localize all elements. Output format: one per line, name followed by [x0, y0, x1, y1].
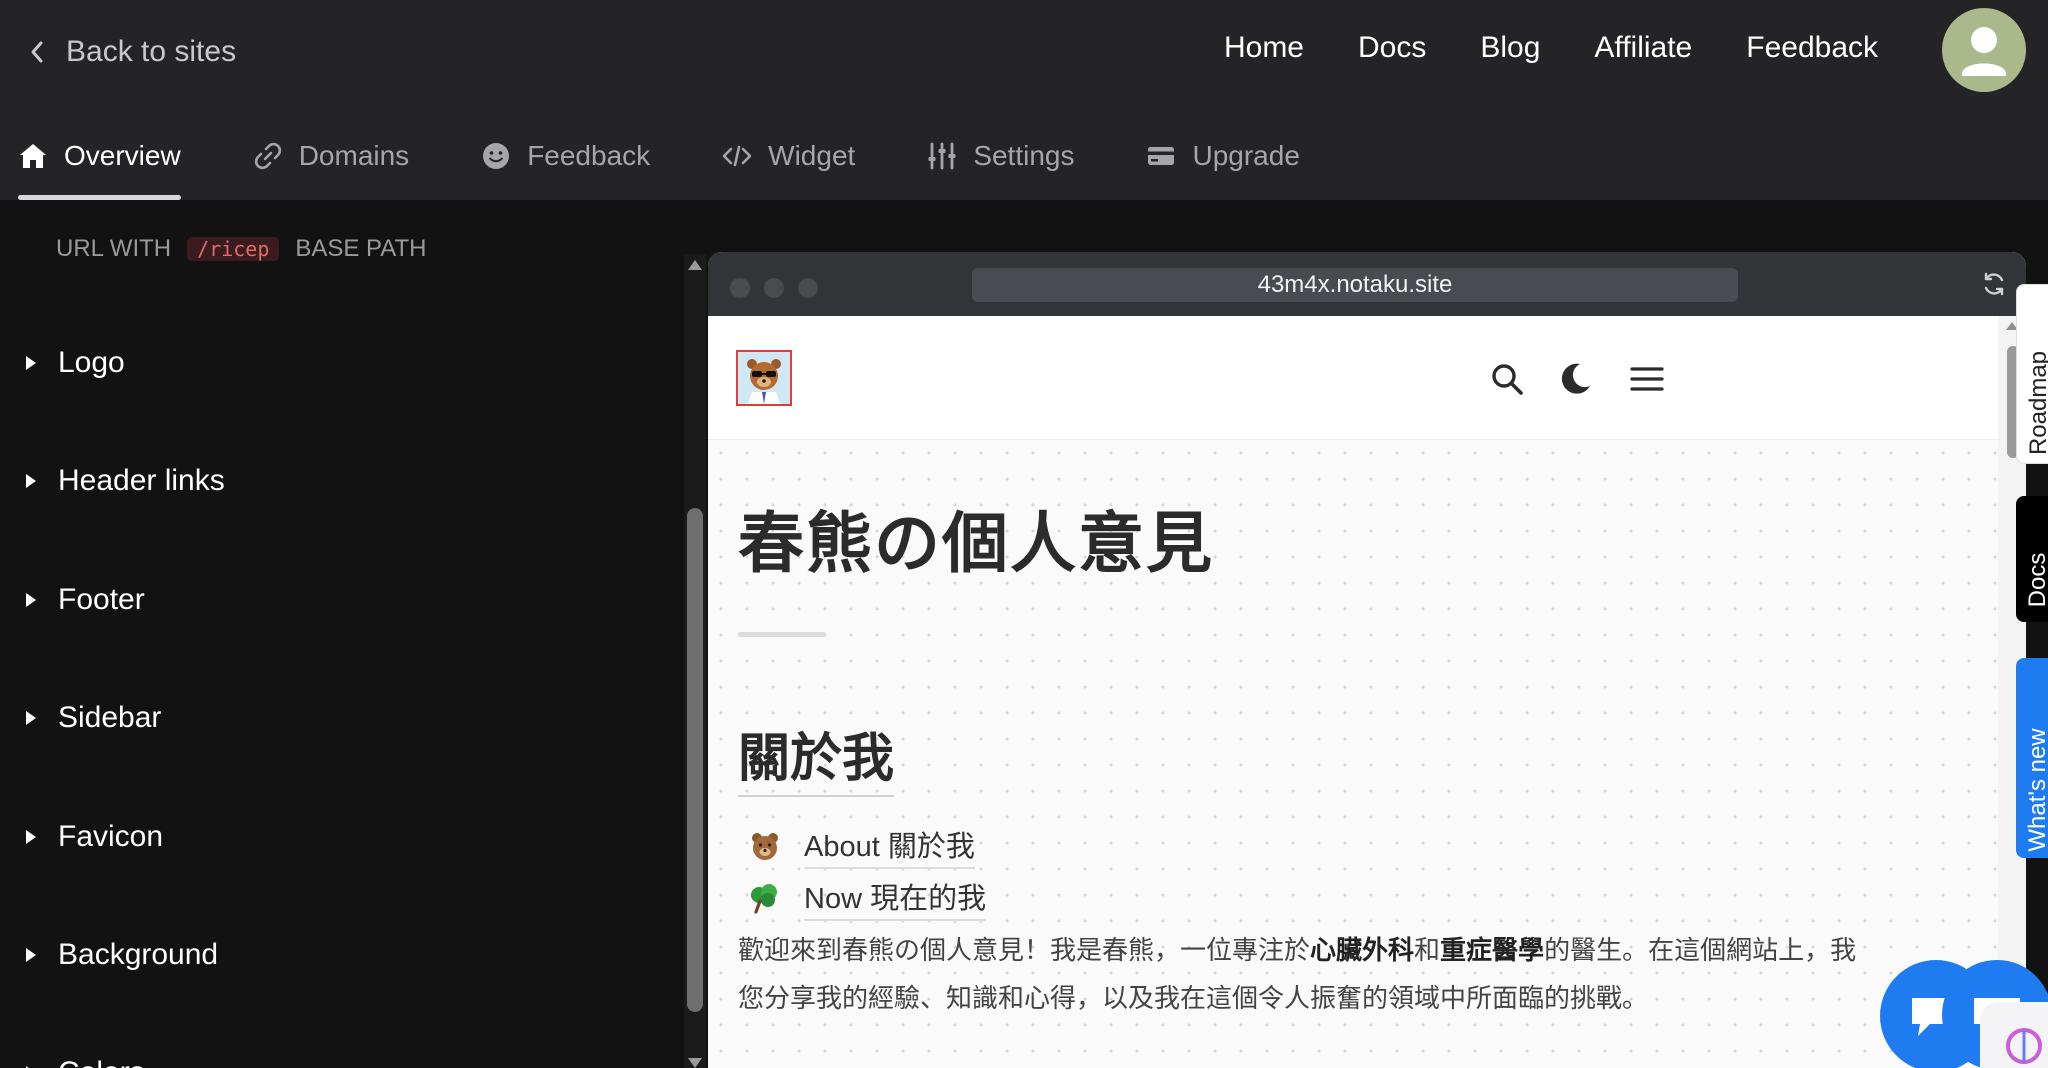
section-label: Logo	[58, 346, 125, 379]
window-dot	[764, 278, 784, 298]
tab-settings[interactable]: Settings	[927, 128, 1074, 184]
intro-paragraph-line-1: 歡迎來到春熊の個人意見！我是春熊，一位專注於心臟外科和重症醫學的醫生。在這個網站…	[738, 926, 1978, 974]
tab-widget-label: Widget	[768, 140, 856, 171]
caret-right-icon	[26, 948, 36, 962]
section-header-links[interactable]: Header links	[26, 456, 225, 506]
preview-url[interactable]: 43m4x.notaku.site	[972, 268, 1738, 302]
tab-overview-label: Overview	[64, 140, 181, 171]
intro-bold-cardiac: 心臟外科	[1310, 935, 1415, 965]
section-heading: 關於我	[738, 716, 895, 797]
menu-icon[interactable]	[1628, 360, 1666, 398]
caret-right-icon	[26, 711, 36, 725]
smiley-icon	[483, 143, 510, 169]
site-preview: 43m4x.notaku.site 春熊の個人意見 關於我 About 關於我 …	[708, 252, 2026, 1068]
whats-new-side-tab[interactable]: What's new	[2016, 658, 2048, 858]
intro-text: 和	[1414, 935, 1441, 965]
window-dot	[798, 278, 818, 298]
nav-blog-link[interactable]: Blog	[1480, 31, 1540, 65]
top-nav: Home Docs Blog Affiliate Feedback	[1224, 26, 1878, 70]
tab-widget[interactable]: Widget	[722, 128, 855, 184]
home-icon	[20, 144, 46, 168]
section-footer[interactable]: Footer	[26, 575, 145, 625]
tab-domains[interactable]: Domains	[253, 128, 409, 184]
intro-paragraph-line-2: 您分享我的經驗、知識和心得，以及我在這個令人振奮的領域中所面臨的挑戰。	[738, 983, 1649, 1013]
title-divider	[738, 632, 826, 637]
card-icon	[1148, 147, 1175, 165]
preview-site-header	[708, 316, 2008, 440]
browser-toolbar: 43m4x.notaku.site	[708, 252, 2026, 316]
scroll-down-icon[interactable]	[688, 1058, 702, 1068]
tab-feedback[interactable]: Feedback	[481, 128, 650, 184]
bear-logo-icon	[738, 352, 790, 404]
section-colors[interactable]: Colors	[26, 1048, 145, 1068]
page-title: 春熊の個人意見	[738, 506, 1214, 580]
site-tabs: Overview Domains Feedback Widget Setting…	[18, 128, 1300, 200]
settings-panel: URL WITH /ricep BASE PATH Logo Header li…	[0, 200, 680, 1068]
settings-scrollbar[interactable]	[684, 254, 706, 1068]
dark-mode-icon[interactable]	[1556, 360, 1594, 398]
caret-right-icon	[26, 356, 36, 370]
section-label: Colors	[58, 1056, 145, 1068]
scroll-up-icon[interactable]	[688, 260, 702, 270]
whats-new-label: What's new	[2024, 728, 2048, 852]
section-sidebar[interactable]: Sidebar	[26, 693, 161, 743]
code-icon	[722, 145, 752, 167]
nav-home-link[interactable]: Home	[1224, 31, 1304, 65]
base-path-row: URL WITH /ricep BASE PATH	[56, 235, 427, 262]
top-bar: Back to sites Home Docs Blog Affiliate F…	[0, 0, 2048, 200]
tab-overview[interactable]: Overview	[18, 128, 181, 200]
tree-emoji-icon	[751, 884, 777, 914]
scroll-thumb[interactable]	[687, 508, 703, 1012]
base-path-text-a: URL WITH	[56, 235, 172, 262]
search-icon[interactable]	[1488, 360, 1526, 398]
roadmap-side-tab[interactable]: Roadmap	[2016, 284, 2048, 464]
docs-label: Docs	[2024, 552, 2048, 608]
user-avatar[interactable]	[1942, 8, 2026, 92]
caret-right-icon	[26, 593, 36, 607]
section-label: Favicon	[58, 820, 164, 853]
caret-right-icon	[26, 830, 36, 844]
intro-text: 的醫生。在這個網站上，我	[1544, 935, 1857, 965]
nav-affiliate-link[interactable]: Affiliate	[1594, 31, 1692, 65]
preview-page-content: 春熊の個人意見 關於我 About 關於我 Now 現在的我 歡迎來到春熊の個人…	[708, 440, 2008, 1068]
section-label: Sidebar	[58, 701, 162, 734]
section-label: Background	[58, 938, 219, 971]
nav-docs-link[interactable]: Docs	[1358, 31, 1426, 65]
chevron-left-icon	[31, 41, 43, 63]
tab-settings-label: Settings	[973, 140, 1075, 171]
about-link[interactable]: About 關於我	[748, 823, 975, 869]
caret-right-icon	[26, 474, 36, 488]
site-logo[interactable]	[736, 350, 792, 406]
about-link-label: About 關於我	[804, 823, 975, 869]
intro-text: 歡迎來到春熊の個人意見！我是春熊，一位專注於	[738, 935, 1311, 965]
base-path-text-b: BASE PATH	[295, 235, 427, 262]
nav-feedback-link[interactable]: Feedback	[1746, 31, 1878, 65]
brain-icon	[2006, 1028, 2042, 1064]
reload-icon[interactable]	[1980, 270, 2008, 298]
sliders-icon	[928, 142, 956, 170]
section-label: Footer	[58, 583, 145, 616]
now-link-label: Now 現在的我	[804, 875, 987, 921]
back-to-sites-link[interactable]: Back to sites	[28, 30, 236, 74]
base-path-code: /ricep	[187, 237, 280, 261]
section-logo[interactable]: Logo	[26, 338, 125, 388]
tab-upgrade[interactable]: Upgrade	[1146, 128, 1300, 184]
section-label: Header links	[58, 464, 225, 497]
assistant-badge[interactable]	[1980, 1002, 2048, 1068]
now-link[interactable]: Now 現在的我	[748, 875, 987, 921]
roadmap-label: Roadmap	[2025, 350, 2048, 456]
docs-side-tab[interactable]: Docs	[2016, 496, 2048, 622]
intro-bold-critical: 重症醫學	[1440, 935, 1545, 965]
tab-feedback-label: Feedback	[527, 140, 651, 171]
section-background[interactable]: Background	[26, 930, 218, 980]
tab-upgrade-label: Upgrade	[1192, 140, 1300, 171]
user-icon	[1962, 27, 2006, 76]
tab-domains-label: Domains	[298, 140, 410, 171]
section-favicon[interactable]: Favicon	[26, 812, 163, 862]
link-icon	[254, 142, 281, 170]
window-dot	[730, 278, 750, 298]
bear-emoji-icon	[752, 833, 778, 860]
back-to-sites-label: Back to sites	[66, 35, 237, 68]
